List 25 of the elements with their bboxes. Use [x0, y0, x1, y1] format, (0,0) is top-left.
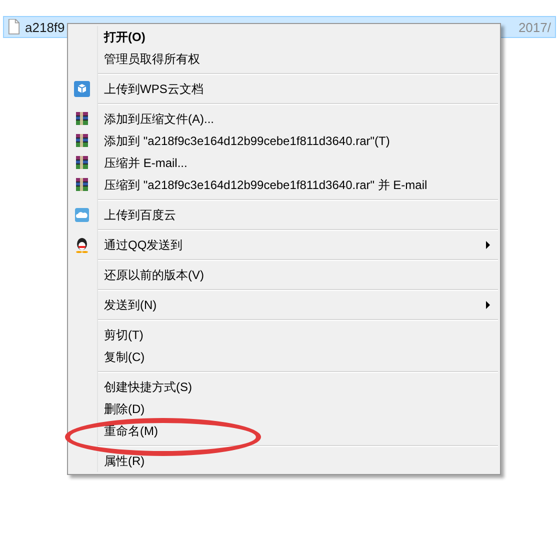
- menu-item[interactable]: 删除(D): [104, 400, 145, 418]
- cloud-icon: [74, 207, 90, 223]
- menu-item[interactable]: 属性(R): [104, 452, 145, 470]
- menu-item[interactable]: 压缩到 "a218f9c3e164d12b99cebe1f811d3640.rar" 并 E-mail: [104, 176, 428, 194]
- books-icon: [74, 111, 90, 127]
- menu-item[interactable]: 添加到 "a218f9c3e164d12b99cebe1f811d3640.rar"(T): [104, 132, 390, 150]
- menu-item[interactable]: 发送到(N): [104, 296, 157, 314]
- file-icon: [8, 19, 20, 35]
- menu-item[interactable]: 上传到WPS云文档: [104, 80, 204, 98]
- menu-item[interactable]: 添加到压缩文件(A)...: [104, 110, 214, 128]
- menu-item[interactable]: 管理员取得所有权: [104, 50, 200, 68]
- menu-item[interactable]: 复制(C): [104, 348, 145, 366]
- books-icon: [74, 155, 90, 171]
- books-icon: [74, 133, 90, 149]
- menu-item[interactable]: 上传到百度云: [104, 206, 176, 224]
- cube-icon: [74, 81, 90, 97]
- menu-item[interactable]: 还原以前的版本(V): [104, 266, 204, 284]
- books-icon: [74, 177, 90, 193]
- menu-item[interactable]: 重命名(M): [104, 422, 158, 440]
- menu-item[interactable]: 剪切(T): [104, 326, 144, 344]
- menu-item[interactable]: 通过QQ发送到: [104, 236, 183, 254]
- penguin-icon: [74, 237, 90, 253]
- menu-item[interactable]: 创建快捷方式(S): [104, 378, 192, 396]
- menu-item[interactable]: 打开(O): [104, 28, 146, 46]
- menu-item[interactable]: 压缩并 E-mail...: [104, 154, 188, 172]
